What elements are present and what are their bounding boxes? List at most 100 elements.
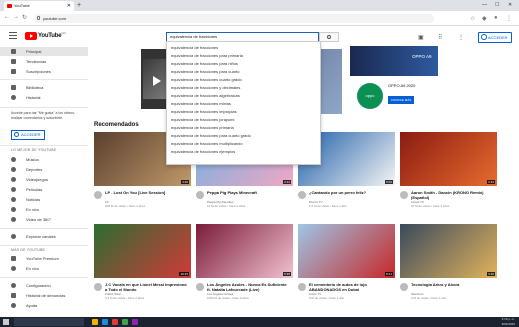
edge-icon[interactable] <box>102 319 108 325</box>
sidebar: Principal Tendencias Suscripciones Bibli… <box>0 47 88 317</box>
sidebar-item-sports[interactable]: Deportes <box>0 165 88 174</box>
ad-banner[interactable] <box>350 46 438 76</box>
video-thumbnail[interactable]: 3:20 <box>400 224 497 278</box>
sidebar-item-subscriptions[interactable]: Suscripciones <box>0 67 88 76</box>
suggestion-item[interactable]: equivalencia de fracciones y decimales <box>167 85 320 92</box>
suggestion-item[interactable]: equivalencia de fracciones para cuarto <box>167 69 320 76</box>
sidebar-item-premium[interactable]: YouTube Premium <box>0 254 88 263</box>
suggestion-item[interactable]: equivalencia de fracciones cuarto grado <box>167 77 320 84</box>
app-icon[interactable] <box>122 319 128 325</box>
home-icon <box>11 49 16 54</box>
sidebar-item-library[interactable]: Biblioteca <box>0 83 88 92</box>
hamburger-menu-icon[interactable] <box>9 32 17 39</box>
channel-avatar[interactable] <box>196 283 204 291</box>
apps-icon[interactable]: ⠿ <box>438 34 442 41</box>
video-title[interactable]: LP - Lost On You [Live Session] <box>105 190 189 195</box>
reload-icon[interactable]: ↻ <box>22 14 27 21</box>
video-thumbnail[interactable]: 3:34 <box>400 132 497 186</box>
star-icon[interactable]: ☆ <box>470 15 475 22</box>
sidebar-item-trending[interactable]: Tendencias <box>0 57 88 66</box>
video-title[interactable]: ¿Cantando por un perro feliz? <box>309 190 393 195</box>
suggestion-item[interactable]: equivalencia de fracciones <box>167 45 320 52</box>
file-explorer-icon[interactable] <box>92 319 98 325</box>
browser-tab[interactable]: YouTube ✕ <box>4 1 74 11</box>
channel-avatar[interactable] <box>94 191 102 199</box>
video-meta: 12 M de vistas • hace 2 años <box>207 204 246 208</box>
play-icon[interactable] <box>153 76 161 86</box>
sidebar-item-report-history[interactable]: Historial de denuncias <box>0 291 88 300</box>
sidebar-item-live[interactable]: En vivo <box>0 205 88 214</box>
os-taskbar: 3:15 p. m. 9/04/2020 <box>0 317 519 327</box>
tab-close-icon[interactable]: ✕ <box>67 1 71 11</box>
sidebar-item-explore-channels[interactable]: Explorar canales <box>0 232 88 241</box>
channel-avatar[interactable] <box>400 191 408 199</box>
sidebar-item-help[interactable]: Ayuda <box>0 301 88 310</box>
suggestion-item[interactable]: equivalencia de fracciones algebraicas <box>167 93 320 100</box>
sidebar-divider <box>0 107 88 108</box>
address-bar[interactable]: youtube.com <box>34 14 434 23</box>
video-duration: 4:46 <box>181 180 189 184</box>
sidebar-item-360-video[interactable]: Video de 360° <box>0 215 88 224</box>
suggestion-item[interactable]: equivalencia de fracciones para niños <box>167 61 320 68</box>
sidebar-item-settings[interactable]: Configuración <box>0 281 88 290</box>
video-title[interactable]: J.C Vocals en que Lionel Messi Impresion… <box>105 282 189 292</box>
minimize-button[interactable]: — <box>482 0 487 11</box>
channel-avatar[interactable] <box>298 283 306 291</box>
suggestion-item[interactable]: equivalencia de fracciones jorayumi <box>167 117 320 124</box>
search-button[interactable] <box>319 32 339 42</box>
sidebar-item-music[interactable]: Música <box>0 155 88 164</box>
channel-avatar[interactable] <box>94 283 102 291</box>
browser-tabstrip: YouTube ✕ + — ☐ ✕ <box>0 0 519 11</box>
sidebar-item-news[interactable]: Noticias <box>0 195 88 204</box>
suggestion-item[interactable]: equivalencia de fracciones para cuarto g… <box>167 133 320 140</box>
ad-title: OPPO A9 <box>412 54 432 59</box>
back-icon[interactable]: ← <box>4 14 10 20</box>
profile-icon[interactable]: ● <box>494 15 498 21</box>
sidebar-item-history[interactable]: Historial <box>0 93 88 102</box>
extension-icon[interactable]: ◆ <box>482 15 487 22</box>
taskbar-search[interactable] <box>14 318 84 326</box>
browser-menu-icon[interactable]: ⋮ <box>506 15 512 22</box>
suggestion-item[interactable]: equivalencia de fracciones ejemplos <box>167 149 320 156</box>
suggestion-item[interactable]: equivalencia de fracciones multiplicando <box>167 141 320 148</box>
suggestion-item[interactable]: equivalencia de fracciones mixtas <box>167 101 320 108</box>
video-title[interactable]: Peppa Pig Plays Minecraft <box>207 190 291 195</box>
video-meta: 5 M de vistas • hace 1 año <box>309 296 345 300</box>
channel-avatar[interactable] <box>196 191 204 199</box>
signin-button[interactable]: ACCEDER <box>478 32 512 43</box>
settings-dots-icon[interactable]: ⋮ <box>458 34 464 41</box>
sidebar-item-label: Videojuegos <box>26 177 48 182</box>
sidebar-divider <box>0 277 88 278</box>
video-thumbnail[interactable]: 10:15 <box>94 224 191 278</box>
suggestion-item[interactable]: equivalencia de fracciones para primaria <box>167 53 320 60</box>
new-tab-icon[interactable]: + <box>77 0 81 11</box>
sidebar-signin-button[interactable]: ACCEDER <box>11 130 45 140</box>
forward-icon[interactable]: → <box>13 14 19 20</box>
create-video-icon[interactable]: ▣ <box>418 34 424 41</box>
video-title[interactable]: Aaron Smith - Dancin (KRONO Remix) (Espa… <box>411 190 495 200</box>
video-title[interactable]: El cementerio de autos de lujo ABANDONAD… <box>309 282 393 292</box>
sidebar-item-movies[interactable]: Películas <box>0 185 88 194</box>
video-title[interactable]: Los Ángeles Azules - Nunca Es Suficiente… <box>207 282 291 292</box>
maximize-button[interactable]: ☐ <box>495 0 499 11</box>
video-meta: 37 M de vistas • hace 3 años <box>411 204 450 208</box>
channel-avatar[interactable] <box>400 283 408 291</box>
chrome-icon[interactable] <box>112 319 118 325</box>
channel-avatar[interactable] <box>298 191 306 199</box>
ad-cta-button[interactable]: CONOCE MÁS <box>388 96 414 104</box>
sidebar-item-gaming[interactable]: Videojuegos <box>0 175 88 184</box>
sidebar-item-home[interactable]: Principal <box>0 47 88 56</box>
close-window-button[interactable]: ✕ <box>508 0 512 11</box>
video-title[interactable]: Tecnología Arkro y Ahora <box>411 282 495 287</box>
app-icon[interactable] <box>132 319 138 325</box>
windows-start-icon[interactable] <box>3 319 9 325</box>
ad-close-icon[interactable]: ✕ <box>438 47 441 52</box>
suggestion-item[interactable]: equivalencia de fracciones primaria <box>167 125 320 132</box>
sidebar-item-live-more[interactable]: En vivo <box>0 264 88 273</box>
youtube-logo[interactable]: YouTube CO <box>25 31 66 41</box>
sidebar-item-label: Video de 360° <box>26 217 52 222</box>
video-thumbnail[interactable]: 8:41 <box>298 224 395 278</box>
video-thumbnail[interactable]: 5:36 <box>196 224 293 278</box>
taskbar-clock[interactable]: 3:15 p. m. 9/04/2020 <box>502 317 515 327</box>
suggestion-item[interactable]: equivalencia de fracciones impropias <box>167 109 320 116</box>
